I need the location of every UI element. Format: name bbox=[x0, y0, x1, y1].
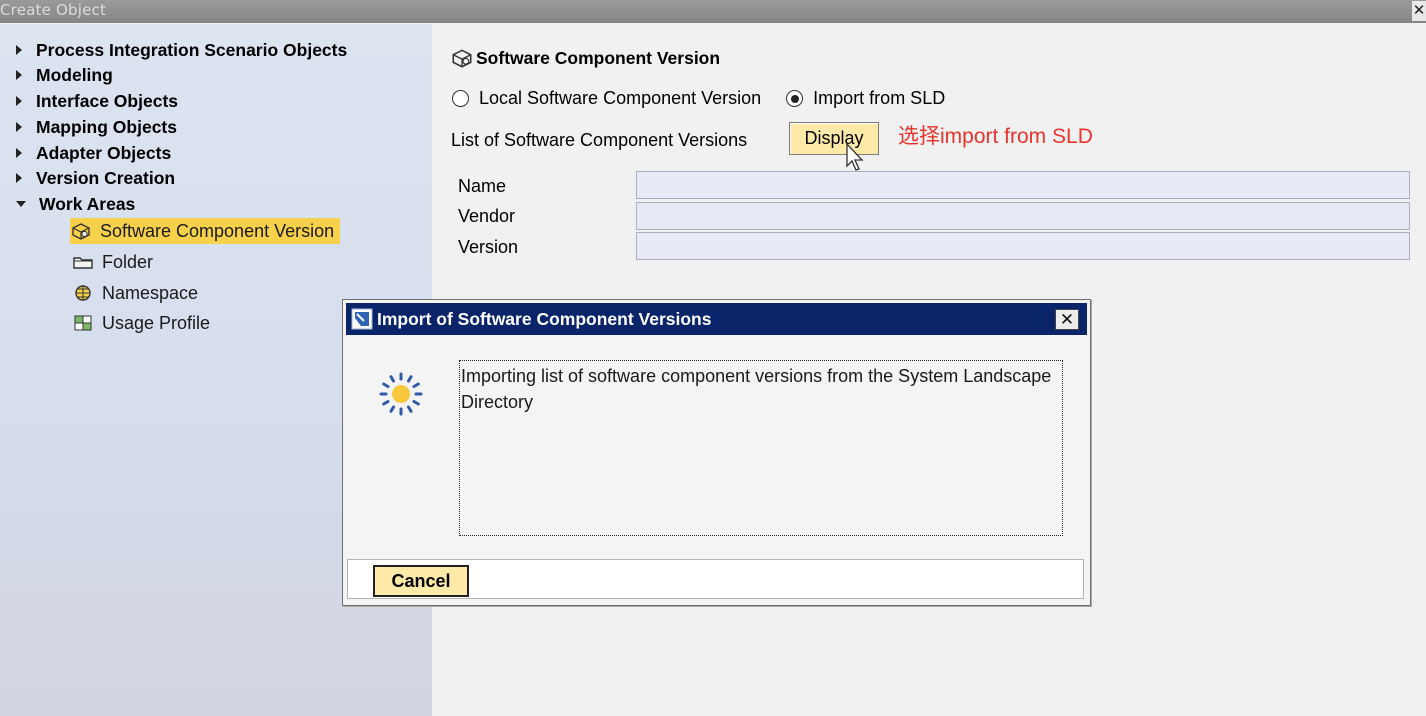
cancel-button[interactable]: Cancel bbox=[373, 565, 469, 597]
version-label: Version bbox=[458, 237, 519, 257]
red-annotation: 选择import from SLD bbox=[898, 125, 1093, 148]
tree-item-adapter-objects[interactable]: Adapter Objects bbox=[16, 141, 171, 165]
tree-item-folder[interactable]: Folder bbox=[72, 249, 153, 275]
tree-item-work-areas[interactable]: Work Areas bbox=[16, 192, 135, 216]
tree-item-usage-profile[interactable]: Usage Profile bbox=[72, 310, 210, 336]
dialog-title-bar: Import of Software Component Versions ✕ bbox=[346, 303, 1087, 335]
import-dialog: Import of Software Component Versions ✕ … bbox=[342, 299, 1091, 606]
usage-profile-icon bbox=[72, 313, 94, 333]
expand-arrow-icon[interactable] bbox=[16, 70, 22, 80]
radio-local[interactable] bbox=[452, 90, 469, 107]
tree-item-label: Modeling bbox=[36, 64, 113, 85]
loading-spinner-icon bbox=[379, 372, 423, 416]
section-heading: Software Component Version bbox=[450, 47, 720, 69]
namespace-icon bbox=[72, 283, 94, 303]
tree-item-label: Adapter Objects bbox=[36, 142, 172, 163]
window-title: Create Object bbox=[0, 1, 107, 19]
tree-item-version-creation[interactable]: Version Creation bbox=[16, 166, 175, 190]
list-label: List of Software Component Versions bbox=[451, 130, 748, 150]
folder-icon bbox=[72, 252, 94, 272]
radio-local-label: Local Software Component Version bbox=[479, 88, 762, 108]
software-component-icon bbox=[450, 47, 476, 69]
tree-item-label: Usage Profile bbox=[102, 312, 211, 333]
tree-item-label: Software Component Version bbox=[100, 220, 335, 241]
tree-item-label: Work Areas bbox=[39, 193, 136, 214]
dialog-button-bar: Cancel bbox=[347, 559, 1084, 599]
tree-item-label: Interface Objects bbox=[36, 90, 178, 111]
tree-item-label: Process Integration Scenario Objects bbox=[36, 39, 348, 60]
mouse-cursor-icon bbox=[846, 142, 864, 171]
expand-arrow-icon[interactable] bbox=[16, 96, 22, 106]
source-radio-group: Local Software Component Version Import … bbox=[452, 88, 945, 109]
section-heading-label: Software Component Version bbox=[476, 47, 721, 68]
expand-arrow-icon[interactable] bbox=[16, 148, 22, 158]
tree-item-namespace[interactable]: Namespace bbox=[72, 280, 198, 306]
window-close-button[interactable]: ✕ bbox=[1412, 1, 1426, 21]
app-icon bbox=[351, 308, 373, 330]
tree-item-interface-objects[interactable]: Interface Objects bbox=[16, 89, 178, 113]
tree-item-mapping-objects[interactable]: Mapping Objects bbox=[16, 115, 177, 139]
vendor-label: Vendor bbox=[458, 206, 516, 226]
dialog-title: Import of Software Component Versions bbox=[377, 308, 712, 329]
tree-item-modeling[interactable]: Modeling bbox=[16, 63, 113, 87]
dialog-close-button[interactable]: ✕ bbox=[1055, 309, 1079, 330]
expand-arrow-icon[interactable] bbox=[16, 173, 22, 183]
name-label: Name bbox=[458, 176, 507, 196]
collapse-arrow-icon[interactable] bbox=[16, 201, 26, 207]
dialog-message: Importing list of software component ver… bbox=[459, 360, 1063, 536]
tree-item-software-component-version[interactable]: Software Component Version bbox=[70, 218, 341, 244]
vendor-field[interactable] bbox=[636, 202, 1410, 230]
tree-item-label: Namespace bbox=[102, 282, 199, 303]
tree-item-process-integration-scenario-objects[interactable]: Process Integration Scenario Objects bbox=[16, 38, 347, 62]
window-title-bar: Create Object ✕ bbox=[0, 0, 1426, 23]
name-field[interactable] bbox=[636, 171, 1410, 199]
software-component-icon bbox=[70, 221, 92, 241]
tree-item-label: Mapping Objects bbox=[36, 116, 177, 137]
radio-import-from-sld[interactable] bbox=[786, 90, 804, 107]
version-field[interactable] bbox=[636, 232, 1410, 260]
expand-arrow-icon[interactable] bbox=[16, 45, 22, 55]
tree-item-label: Version Creation bbox=[36, 167, 176, 188]
radio-import-label: Import from SLD bbox=[813, 88, 946, 108]
tree-item-label: Folder bbox=[102, 251, 154, 272]
expand-arrow-icon[interactable] bbox=[16, 122, 22, 132]
